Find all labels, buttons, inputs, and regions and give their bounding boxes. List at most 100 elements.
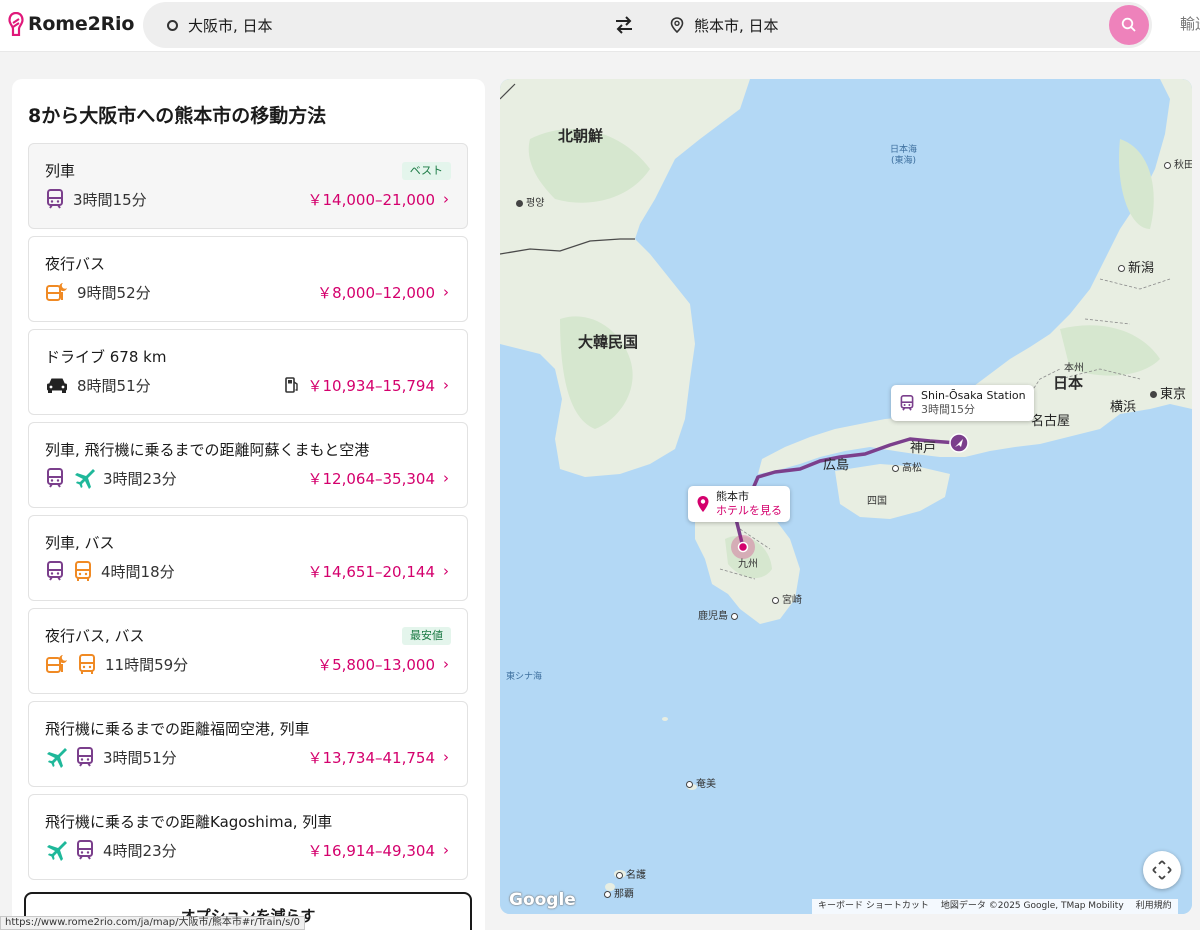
map-label-kobe: 神戸	[910, 441, 937, 456]
route-card-train-plane-aso[interactable]: 列車, 飛行機に乗るまでの距離阿蘇くまもと空港 3時間23分 ￥12,064–3…	[28, 422, 468, 508]
route-price: ￥10,934–15,794	[307, 376, 435, 395]
route-card-plane-fukuoka-train[interactable]: 飛行機に乗るまでの距離福岡空港, 列車 3時間51分 ￥13,734–41,75…	[28, 701, 468, 787]
route-map[interactable]: 北朝鮮 평양 大韓民国 日本海 (東海) 秋田 新潟 本州 日本 東京 横浜 名…	[500, 79, 1192, 914]
route-title: ドライブ 678 km	[45, 348, 167, 366]
route-price: ￥12,064–35,304	[307, 469, 435, 488]
city-dot-icon	[892, 464, 899, 472]
destination-field[interactable]: 熊本市, 日本	[670, 2, 779, 48]
map-label-south-korea: 大韓民国	[578, 333, 639, 351]
transport-menu-link[interactable]: 輸送	[1180, 13, 1200, 34]
train-icon	[77, 747, 93, 767]
city-dot-icon	[1164, 161, 1171, 169]
map-attribution: キーボード ショートカット 地図データ ©2025 Google, TMap M…	[812, 899, 1178, 914]
cheapest-badge: 最安値	[402, 627, 451, 645]
map-label-nagoya: 名古屋	[1031, 414, 1071, 429]
route-options-panel: 8から大阪市への熊本市の移動方法 列車 ベスト 3時間15分 ￥14,000–2…	[12, 79, 485, 930]
fuel-pump-icon	[284, 377, 298, 393]
train-icon	[47, 468, 63, 488]
chevron-right-icon: ›	[443, 655, 449, 673]
bus-icon	[75, 561, 91, 581]
map-canvas	[500, 79, 1192, 914]
map-label-naha: 那覇	[604, 885, 634, 900]
route-duration: 3時間23分	[103, 469, 177, 488]
chevron-right-icon: ›	[443, 748, 449, 766]
map-label-north-korea: 北朝鮮	[558, 127, 604, 145]
route-duration: 4時間18分	[101, 562, 175, 581]
route-title: 飛行機に乗るまでの距離Kagoshima, 列車	[45, 813, 333, 831]
route-title: 夜行バス	[45, 255, 106, 273]
keyboard-shortcuts-link[interactable]: キーボード ショートカット	[818, 899, 929, 914]
city-dot-icon	[772, 596, 779, 604]
map-label-takamatsu: 高松	[892, 459, 922, 474]
chevron-right-icon: ›	[443, 841, 449, 859]
station-duration: 3時間15分	[921, 403, 975, 416]
city-dot-icon	[1118, 265, 1125, 272]
logo-pin-icon	[8, 12, 24, 36]
map-label-sea-of-japan: 日本海 (東海)	[890, 145, 918, 166]
terms-link[interactable]: 利用規約	[1136, 899, 1172, 914]
route-title: 列車, バス	[45, 534, 115, 552]
route-title: 飛行機に乗るまでの距離福岡空港, 列車	[45, 720, 310, 738]
location-pin-icon	[670, 17, 684, 33]
route-card-train[interactable]: 列車 ベスト 3時間15分 ￥14,000–21,000 ›	[28, 143, 468, 229]
map-label-hiroshima: 広島	[823, 458, 850, 473]
swap-button[interactable]	[612, 13, 636, 37]
train-icon	[77, 840, 93, 860]
station-popup[interactable]: Shin-Ōsaka Station 3時間15分	[891, 385, 1034, 421]
city-dot-icon	[1150, 391, 1157, 398]
rome2rio-logo[interactable]: Rome2Rio	[8, 11, 134, 37]
map-label-niigata: 新潟	[1118, 257, 1154, 276]
night-bus-icon	[46, 283, 67, 301]
map-label-kyushu: 九州	[738, 559, 758, 570]
swap-arrows-icon	[616, 16, 632, 34]
route-card-night-bus[interactable]: 夜行バス 9時間52分 ￥8,000–12,000 ›	[28, 236, 468, 322]
route-duration: 11時間59分	[105, 655, 189, 674]
route-card-train-bus[interactable]: 列車, バス 4時間18分 ￥14,651–20,144 ›	[28, 515, 468, 601]
train-icon	[47, 561, 63, 581]
plane-icon	[75, 469, 95, 489]
car-icon	[47, 378, 67, 393]
route-duration: 3時間51分	[103, 748, 177, 767]
logo-text: Rome2Rio	[28, 13, 135, 35]
station-name: Shin-Ōsaka Station	[921, 389, 1026, 402]
origin-value: 大阪市, 日本	[188, 16, 273, 35]
city-dot-icon	[731, 612, 738, 620]
bus-icon	[79, 654, 95, 674]
route-duration: 9時間52分	[77, 283, 151, 302]
route-duration: 8時間51分	[77, 376, 151, 395]
route-card-plane-kagoshima-train[interactable]: 飛行機に乗るまでの距離Kagoshima, 列車 4時間23分 ￥16,914–…	[28, 794, 468, 880]
search-button[interactable]	[1109, 5, 1149, 45]
route-price: ￥8,000–12,000	[317, 283, 435, 302]
location-pin-icon	[697, 496, 709, 512]
plane-icon	[47, 748, 67, 768]
route-title: 列車	[45, 162, 76, 180]
train-icon	[47, 189, 63, 209]
route-title: 列車, 飛行機に乗るまでの距離阿蘇くまもと空港	[45, 441, 370, 459]
route-duration: 4時間23分	[103, 841, 177, 860]
map-label-japan: 日本	[1053, 374, 1084, 392]
google-logo: Google	[509, 890, 576, 910]
route-card-drive[interactable]: ドライブ 678 km 8時間51分 ￥10,934–15,794 ›	[28, 329, 468, 415]
map-label-kagoshima: 鹿児島	[698, 607, 738, 622]
recenter-button[interactable]	[1143, 851, 1181, 889]
night-bus-icon	[46, 655, 67, 673]
map-label-pyongyang: 평양	[516, 194, 544, 209]
map-label-tokyo: 東京	[1150, 383, 1186, 402]
train-icon	[900, 395, 914, 411]
destination-popup[interactable]: 熊本市 ホテルを見る	[688, 486, 790, 522]
search-icon	[1121, 17, 1136, 32]
page-title: 8から大阪市への熊本市の移動方法	[28, 105, 327, 127]
origin-circle-icon	[167, 19, 178, 31]
chevron-right-icon: ›	[443, 283, 449, 301]
map-label-east-china-sea: 東シナ海	[506, 672, 543, 682]
route-price: ￥14,651–20,144	[307, 562, 435, 581]
city-dot-icon	[604, 890, 611, 898]
hotels-link[interactable]: ホテルを見る	[716, 504, 782, 518]
destination-value: 熊本市, 日本	[694, 16, 779, 35]
origin-field[interactable]: 大阪市, 日本	[167, 2, 273, 48]
destination-name: 熊本市	[716, 490, 749, 503]
route-card-night-bus-bus[interactable]: 夜行バス, バス 最安値 11時間59分 ￥5,800–13,000 ›	[28, 608, 468, 694]
map-data-credit: 地図データ ©2025 Google, TMap Mobility	[940, 901, 1124, 911]
map-label-amami: 奄美	[686, 775, 716, 790]
chevron-right-icon: ›	[443, 376, 449, 394]
